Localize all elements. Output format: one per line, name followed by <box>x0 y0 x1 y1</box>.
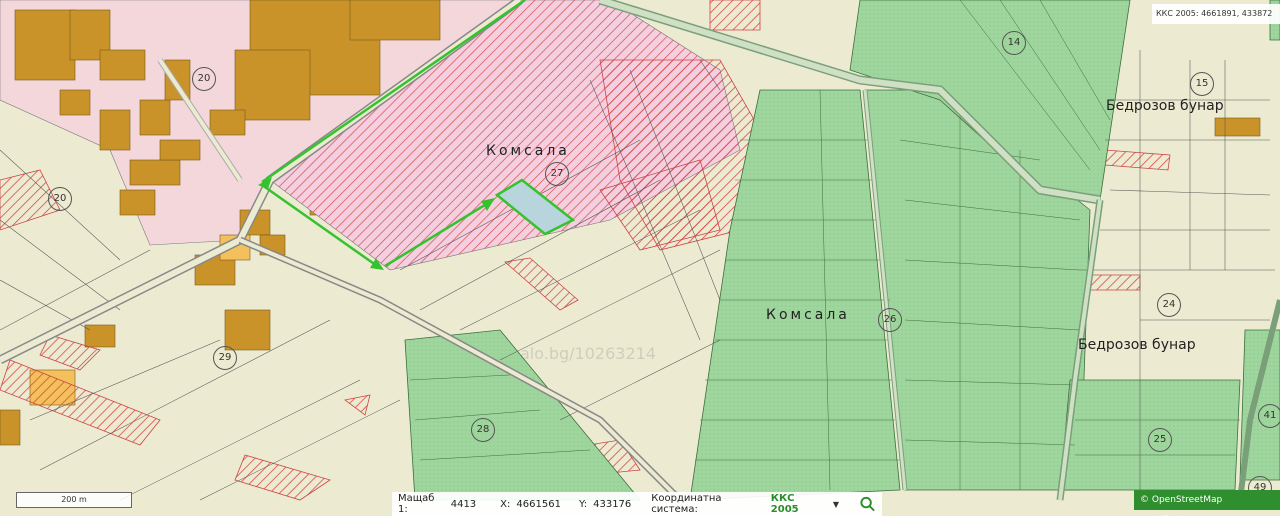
area-label: Комсала <box>766 307 850 323</box>
parcel-number: 14 <box>1002 31 1026 55</box>
watermark: alo.bg/10263214 <box>520 344 656 363</box>
x-label: X: <box>500 498 511 510</box>
x-value: 4661561 <box>516 498 561 510</box>
parcel-number: 28 <box>471 418 495 442</box>
parcel-number: 15 <box>1190 72 1214 96</box>
locality-label: Бедрозов бунар <box>1078 337 1196 353</box>
y-value: 433176 <box>593 498 632 510</box>
scale-label: Мащаб 1: <box>398 493 435 515</box>
parcel-number: 26 <box>878 308 902 332</box>
y-label: Y: <box>578 498 588 510</box>
chevron-down-icon[interactable]: ▼ <box>833 500 839 509</box>
parcel-number: 20 <box>192 67 216 91</box>
map-statusbar: Мащаб 1: 4413 X: 4661561 Y: 433176 Коорд… <box>392 492 882 516</box>
cursor-coordinate-readout: ККС 2005: 4661891, 433872 <box>1152 4 1280 24</box>
coordinate-system-label: Координатна система: <box>651 493 722 515</box>
parcel-number: 27 <box>545 162 569 186</box>
coordinate-system-select[interactable]: ККС 2005 <box>771 493 823 515</box>
area-label: Комсала <box>486 143 570 159</box>
parcel-number: 41 <box>1258 404 1280 428</box>
osm-attribution[interactable]: © OpenStreetMap contributors. <box>1134 490 1280 516</box>
scale-value: 4413 <box>450 498 477 510</box>
scale-bar: 200 m <box>16 492 132 508</box>
search-icon[interactable] <box>859 495 876 513</box>
parcel-number: 20 <box>48 187 72 211</box>
parcel-number: 24 <box>1157 293 1181 317</box>
parcel-number: 29 <box>213 346 237 370</box>
locality-label: Бедрозов бунар <box>1106 98 1224 114</box>
parcel-number: 25 <box>1148 428 1172 452</box>
cadastral-map[interactable]: Комсала Комсала Бедрозов бунар Бедрозов … <box>0 0 1280 516</box>
